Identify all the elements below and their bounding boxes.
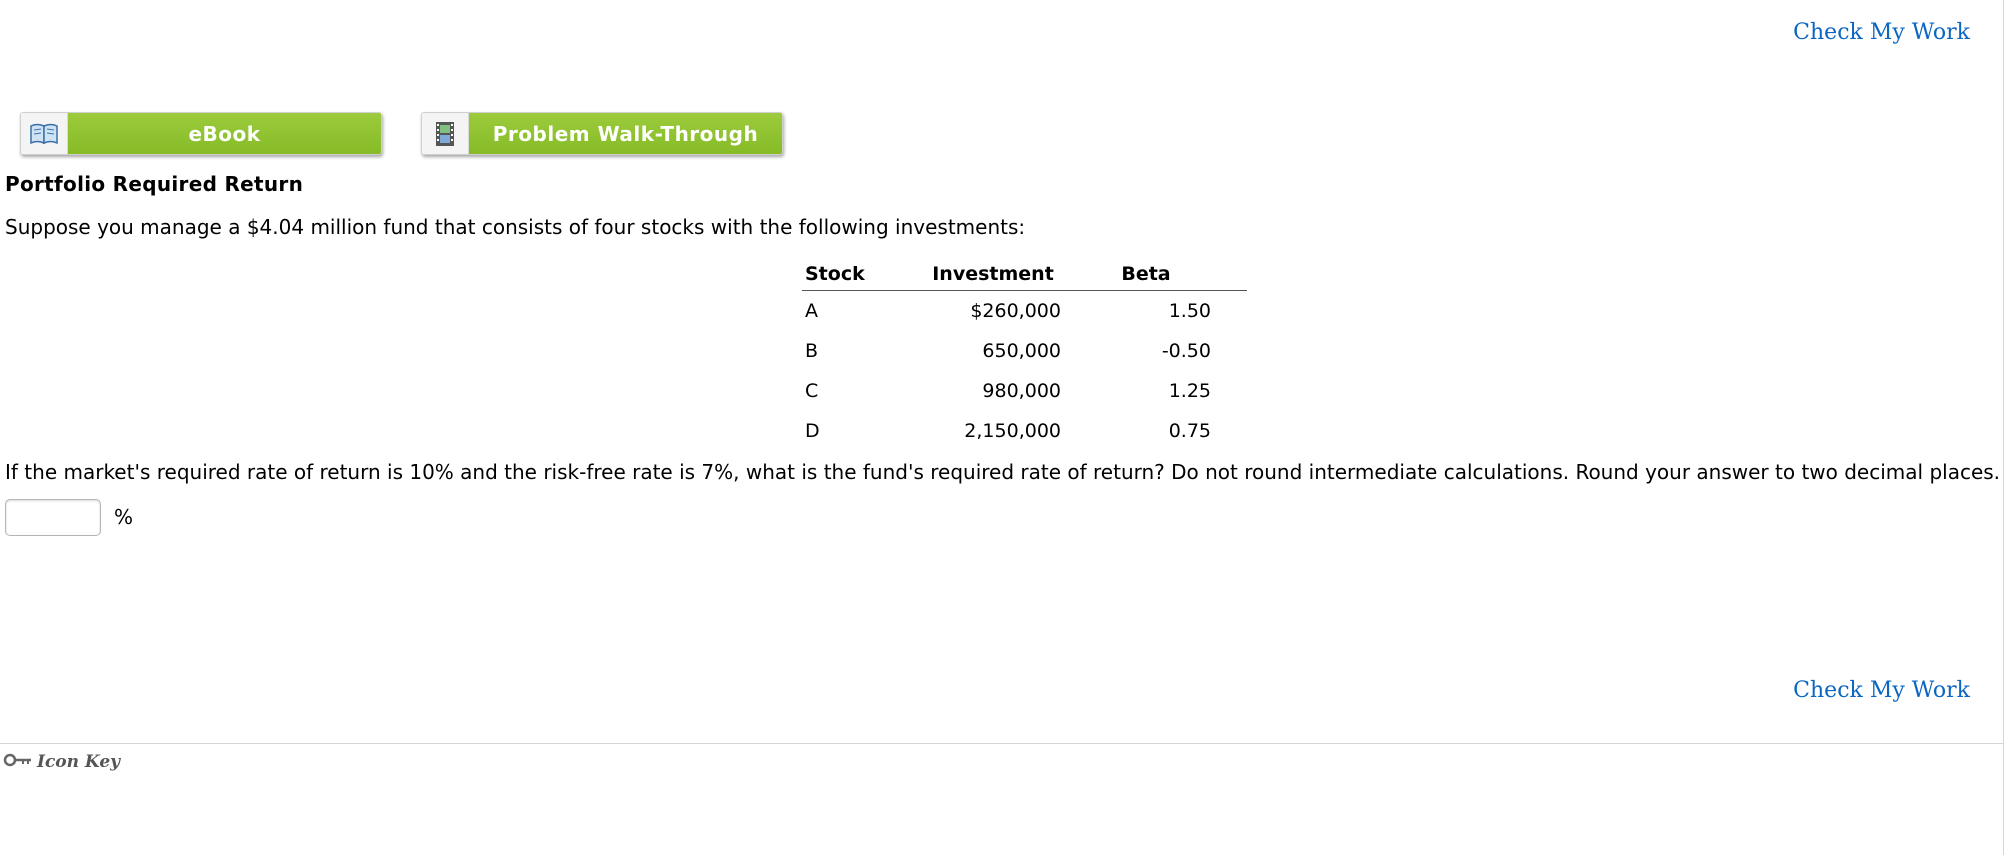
book-icon [21, 113, 68, 154]
problem-walkthrough-button-label: Problem Walk-Through [469, 113, 782, 154]
icon-key-label: Icon Key [37, 752, 121, 772]
cell-beta: 0.75 [1168, 420, 1211, 442]
answer-unit: % [114, 505, 134, 529]
footer-divider [0, 743, 2003, 744]
film-icon [422, 113, 469, 154]
cell-stock: C [805, 380, 819, 402]
cell-investment: 2,150,000 [964, 420, 1061, 442]
header-investment: Investment [905, 258, 1061, 291]
cell-stock: D [805, 420, 820, 442]
table-row: C 980,000 1.25 [802, 371, 1247, 411]
table-row: A $260,000 1.50 [802, 291, 1247, 332]
ebook-button-label: eBook [68, 113, 381, 154]
cell-beta: -0.50 [1161, 340, 1211, 362]
table-row: B 650,000 -0.50 [802, 331, 1247, 371]
check-my-work-link-bottom[interactable]: Check My Work [1793, 678, 1970, 703]
investment-table: Stock Investment Beta A $260,000 1.50 B … [802, 258, 1247, 451]
icon-key-link[interactable]: Icon Key [3, 752, 120, 772]
answer-input[interactable] [5, 499, 101, 536]
cell-investment: 980,000 [982, 380, 1061, 402]
problem-question: If the market's required rate of return … [5, 460, 2001, 484]
ebook-button[interactable]: eBook [20, 112, 382, 155]
cell-investment: 650,000 [982, 340, 1061, 362]
page-edge-line [2003, 0, 2004, 855]
header-stock: Stock [802, 258, 905, 291]
key-icon [3, 752, 33, 772]
table-row: D 2,150,000 0.75 [802, 411, 1247, 451]
cell-beta: 1.25 [1168, 380, 1211, 402]
problem-title: Portfolio Required Return [5, 172, 304, 196]
cell-investment: $260,000 [970, 300, 1061, 322]
cell-stock: A [805, 300, 818, 322]
table-header-row: Stock Investment Beta [802, 258, 1247, 291]
cell-beta: 1.50 [1168, 300, 1211, 322]
check-my-work-link-top[interactable]: Check My Work [1793, 20, 1970, 45]
cell-stock: B [805, 340, 819, 362]
problem-intro: Suppose you manage a $4.04 million fund … [5, 215, 1026, 239]
header-beta: Beta [1061, 258, 1247, 291]
problem-walkthrough-button[interactable]: Problem Walk-Through [421, 112, 783, 155]
